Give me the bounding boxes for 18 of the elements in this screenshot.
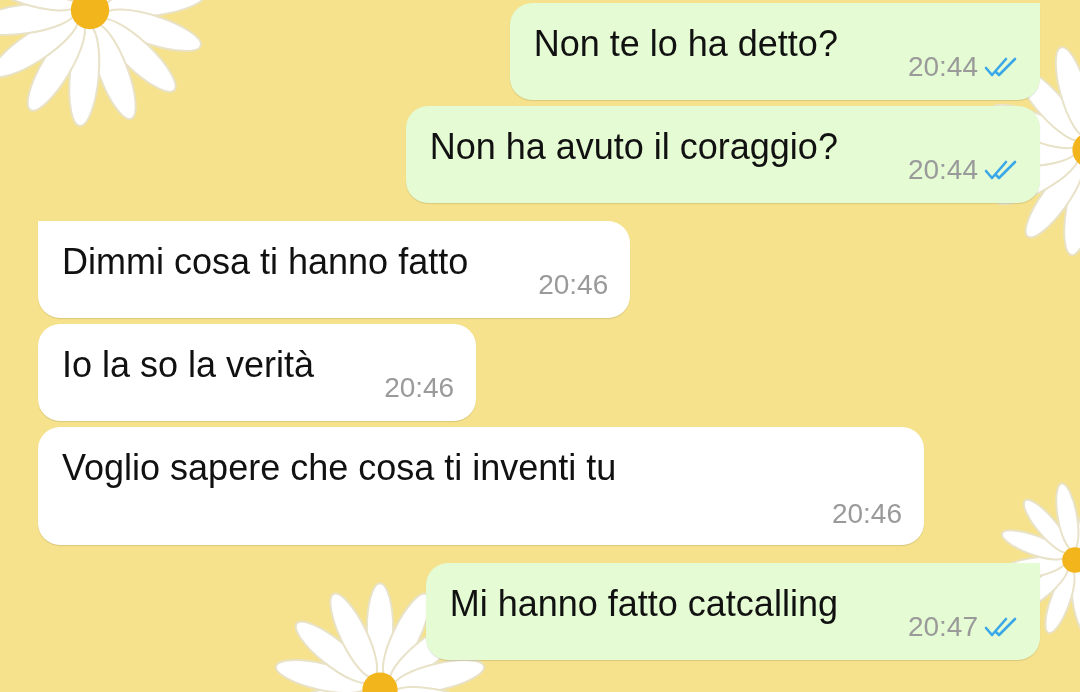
message-text: Non ha avuto il coraggio? — [429, 126, 838, 168]
message-text: Mi hanno fatto catcalling — [449, 583, 838, 625]
message-time: 20:46 — [831, 497, 902, 531]
message-time: 20:44 — [907, 50, 978, 84]
sent-message-bubble[interactable]: Mi hanno fatto catcalling 20:47 — [425, 563, 1040, 660]
message-text: Non te lo ha detto? — [533, 23, 838, 65]
sent-message-bubble[interactable]: Non te lo ha detto? 20:44 — [509, 3, 1040, 100]
sent-message-bubble[interactable]: Non ha avuto il coraggio? 20:44 — [405, 106, 1040, 203]
message-text: Voglio sapere che cosa ti inventi tu — [62, 447, 618, 489]
received-message-bubble[interactable]: Io la so la verità 20:46 — [38, 324, 477, 421]
message-time: 20:47 — [907, 610, 978, 644]
message-text: Dimmi cosa ti hanno fatto — [62, 241, 469, 283]
message-text: Io la so la verità — [62, 344, 315, 386]
message-time: 20:46 — [538, 268, 609, 302]
message-time: 20:44 — [907, 153, 978, 187]
received-message-bubble[interactable]: Voglio sapere che cosa ti inventi tu 20:46 — [38, 427, 924, 545]
message-time: 20:46 — [384, 371, 455, 405]
received-message-bubble[interactable]: Dimmi cosa ti hanno fatto 20:46 — [38, 221, 631, 318]
